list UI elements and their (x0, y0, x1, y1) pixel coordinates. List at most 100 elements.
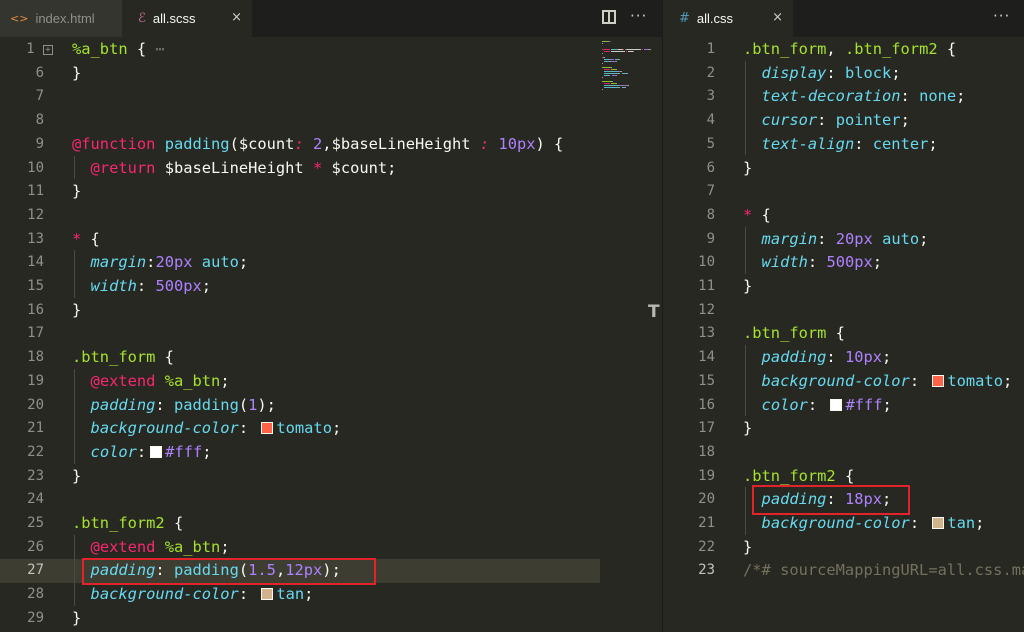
token-prop: cursor (761, 111, 818, 130)
token-punc: ; (1002, 371, 1013, 390)
code-line[interactable]: } (743, 274, 752, 298)
fold-expand-icon[interactable]: + (43, 45, 53, 55)
code-line[interactable]: margin: 20px auto; (743, 227, 929, 251)
code-line[interactable]: width: 500px; (72, 274, 212, 298)
code-line[interactable]: %a_btn { ⋯ (72, 37, 165, 61)
indent-guide (745, 60, 746, 156)
left-editor[interactable]: 1 +6 7 8 9 10 11 12 13 14 15 16 17 18 19 20 21 22 23 24 25 2… (0, 37, 662, 632)
line-number: 22 (27, 443, 44, 460)
code-line[interactable]: background-color: tomato; (743, 369, 1013, 393)
code-line[interactable]: @extend %a_btn; (72, 369, 230, 393)
line-number: 4 (706, 112, 715, 129)
code-line[interactable]: /*# sourceMappingURL=all.css.map */ (743, 558, 1024, 582)
more-actions-icon[interactable]: ··· (993, 7, 1010, 25)
token-punc: ; (891, 63, 901, 82)
token-punc: { (752, 205, 771, 224)
code-line[interactable]: background-color: tomato; (72, 416, 342, 440)
line-number: 17 (27, 325, 44, 342)
indent-guide (74, 250, 75, 298)
close-icon[interactable]: × (231, 10, 242, 25)
token-prop: margin (90, 253, 147, 272)
token-punc: : (807, 253, 827, 272)
token-sel: %a_btn (72, 40, 128, 58)
code-area[interactable]: .btn_form, .btn_form2 { display: block; … (743, 37, 1024, 632)
css-file-icon: # (679, 11, 690, 26)
token-sel: .btn_form2 (844, 40, 938, 58)
code-area[interactable]: %a_btn { ⋯} @function padding($count: 2,$… (72, 37, 600, 632)
token-prop: display (761, 63, 827, 82)
token-punc: { (155, 348, 174, 367)
code-line[interactable]: .btn_form { (743, 321, 845, 345)
code-line[interactable]: cursor: pointer; (743, 108, 910, 132)
color-swatch[interactable] (261, 422, 274, 435)
color-swatch[interactable] (932, 517, 945, 529)
token-fn: tan (947, 514, 976, 532)
token-punc: : (817, 111, 836, 130)
minimap-stroke (602, 67, 610, 68)
line-number: 10 (27, 159, 44, 176)
code-line[interactable]: display: block; (743, 61, 901, 85)
token-cmt: /*# sourceMappingURL=all.css.map */ (743, 561, 1024, 580)
color-swatch[interactable] (932, 374, 945, 387)
code-line[interactable]: color: #fff; (72, 440, 212, 464)
minimap-stroke (602, 53, 603, 54)
token-punc (304, 159, 313, 177)
token-punc: { (127, 40, 147, 58)
code-line[interactable]: } (743, 535, 752, 559)
color-swatch[interactable] (830, 398, 843, 411)
tab-all-scss[interactable]: ℰ all.scss × (122, 0, 252, 37)
token-punc: ; (900, 111, 910, 130)
line-number: 16 (698, 396, 715, 413)
code-line[interactable]: color: #fff; (743, 393, 892, 417)
code-line[interactable]: } (743, 416, 752, 440)
code-line[interactable]: } (72, 606, 81, 630)
code-line[interactable]: } (72, 179, 81, 203)
code-line[interactable]: } (72, 298, 81, 322)
color-swatch[interactable] (261, 588, 274, 601)
token-num: 10px (844, 348, 883, 367)
code-line[interactable]: margin:20px auto; (72, 250, 249, 274)
token-punc (471, 135, 480, 153)
line-number: 20 (698, 491, 715, 508)
code-line[interactable]: .btn_form, .btn_form2 { (743, 37, 956, 61)
token-punc (873, 230, 882, 248)
code-line[interactable]: * { (72, 227, 100, 251)
code-line[interactable]: } (743, 156, 752, 180)
color-swatch[interactable] (150, 445, 163, 458)
token-punc: ; (238, 253, 249, 272)
line-number: 15 (27, 278, 44, 294)
tab-label: all.css (696, 11, 734, 26)
code-line[interactable]: .btn_form { (72, 345, 174, 369)
code-line[interactable]: width: 500px; (743, 250, 883, 274)
token-punc: : (155, 395, 174, 414)
close-icon[interactable]: × (772, 10, 783, 25)
token-punc: ; (202, 442, 212, 461)
minimap[interactable] (600, 38, 662, 632)
tab-index-html[interactable]: <> index.html (0, 0, 122, 37)
code-line[interactable]: } (72, 61, 81, 85)
code-line[interactable]: @extend %a_btn; (72, 535, 230, 559)
code-line[interactable]: @function padding($count: 2,$baseLineHei… (72, 132, 563, 156)
code-line[interactable]: * { (743, 203, 771, 227)
token-prop: width (90, 277, 137, 295)
split-editor-icon[interactable] (602, 10, 616, 24)
right-editor[interactable]: 1 2 3 4 5 6 7 8 9 10 11 12 13 14 15 16 17 18 19 20 21 22 23 .b… (663, 37, 1024, 632)
code-line[interactable]: } (72, 464, 81, 488)
line-number: 22 (698, 538, 715, 555)
minimap-stroke (616, 75, 617, 76)
tab-all-css[interactable]: # all.css × (663, 0, 793, 37)
code-line[interactable]: background-color: tan; (72, 582, 314, 606)
code-line[interactable]: text-align: center; (743, 132, 938, 156)
code-line[interactable]: padding: padding(1); (72, 393, 276, 417)
code-line[interactable]: text-decoration: none; (743, 84, 966, 108)
code-line[interactable]: padding: 10px; (743, 345, 892, 369)
code-line[interactable]: .btn_form2 { (72, 511, 183, 535)
token-num: #fff (165, 442, 203, 461)
line-number: 15 (698, 372, 715, 389)
more-actions-icon[interactable]: ··· (630, 7, 647, 25)
code-line[interactable]: .btn_form2 { (743, 464, 854, 488)
code-line[interactable]: @return $baseLineHeight * $count; (72, 156, 397, 180)
line-number: 6 (706, 159, 715, 176)
line-number: 16 (27, 301, 44, 318)
token-fn: tomato (276, 419, 332, 438)
